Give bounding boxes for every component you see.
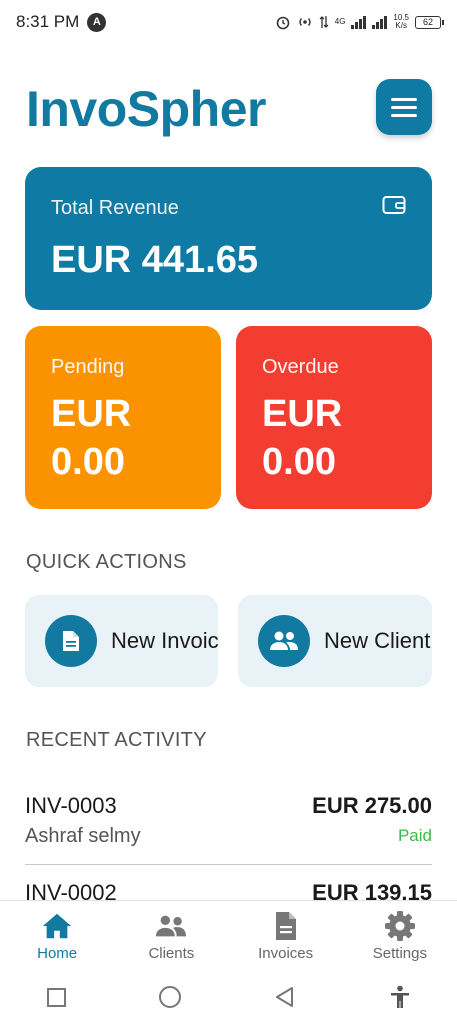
new-client-button[interactable]: New Client bbox=[238, 595, 432, 687]
home-button[interactable] bbox=[158, 986, 181, 1008]
nav-invoices-label: Invoices bbox=[258, 945, 314, 962]
gear-icon bbox=[384, 911, 416, 941]
overdue-label: Overdue bbox=[262, 356, 339, 378]
menu-button[interactable] bbox=[376, 79, 432, 135]
total-revenue-card[interactable]: Total Revenue EUR 441.65 bbox=[25, 167, 432, 310]
hotspot-icon bbox=[299, 18, 311, 26]
nav-invoices[interactable]: Invoices bbox=[229, 901, 343, 970]
nav-settings[interactable]: Settings bbox=[343, 901, 457, 970]
nav-home[interactable]: Home bbox=[0, 901, 114, 970]
new-invoice-label: New Invoice bbox=[111, 628, 218, 653]
new-client-icon-circle bbox=[258, 615, 310, 667]
document-icon bbox=[270, 911, 302, 941]
hamburger-line bbox=[391, 113, 417, 117]
wallet-icon bbox=[382, 196, 406, 214]
revenue-label: Total Revenue bbox=[51, 197, 179, 219]
bottom-nav: Home Clients Invoices Settings bbox=[0, 900, 457, 970]
activity-item[interactable]: INV-0003 EUR 275.00 Ashraf selmy Paid bbox=[25, 793, 432, 865]
revenue-value: EUR 441.65 bbox=[51, 239, 259, 281]
nav-home-label: Home bbox=[37, 945, 78, 962]
status-right: 4G 10.5 K/s 62 bbox=[275, 14, 444, 30]
quick-actions-title: QUICK ACTIONS bbox=[26, 551, 187, 573]
new-invoice-icon-circle bbox=[45, 615, 97, 667]
hamburger-line bbox=[391, 105, 417, 109]
pending-value: EUR 0.00 bbox=[51, 393, 132, 483]
invoice-client: Ashraf selmy bbox=[25, 825, 141, 847]
document-icon bbox=[63, 631, 79, 651]
battery-level: 62 bbox=[422, 17, 433, 27]
nav-clients-label: Clients bbox=[148, 945, 195, 962]
recent-activity-title: RECENT ACTIVITY bbox=[26, 729, 207, 751]
notification-icon: A bbox=[87, 12, 107, 32]
network-type: 4G bbox=[335, 18, 346, 26]
users-icon bbox=[270, 631, 298, 650]
status-bar: 8:31 PM A 4G 10.5 K/s 62 bbox=[0, 0, 457, 44]
new-invoice-button[interactable]: New Invoice bbox=[25, 595, 218, 687]
pending-label: Pending bbox=[51, 356, 125, 378]
status-left: 8:31 PM A bbox=[16, 12, 107, 32]
net-speed-unit: K/s bbox=[395, 21, 407, 30]
system-nav-bar bbox=[0, 970, 457, 1024]
new-client-label: New Client bbox=[324, 628, 431, 653]
invoice-amount: EUR 275.00 bbox=[312, 793, 432, 818]
recent-apps-button[interactable] bbox=[46, 987, 66, 1007]
nav-settings-label: Settings bbox=[372, 945, 427, 962]
alarm-icon bbox=[276, 16, 290, 30]
network-type-label: 4G bbox=[334, 17, 346, 26]
back-button[interactable] bbox=[274, 986, 296, 1008]
pending-card[interactable]: Pending EUR 0.00 bbox=[25, 326, 221, 509]
home-icon bbox=[41, 911, 73, 941]
accessibility-icon[interactable] bbox=[389, 985, 411, 1009]
signal-icon bbox=[351, 15, 367, 29]
status-time: 8:31 PM bbox=[16, 12, 80, 31]
nav-clients[interactable]: Clients bbox=[114, 901, 228, 970]
battery-icon: 62 bbox=[415, 15, 444, 29]
overdue-card[interactable]: Overdue EUR 0.00 bbox=[236, 326, 432, 509]
net-speed: 10.5 K/s bbox=[393, 14, 409, 30]
invoice-number: INV-0003 bbox=[25, 793, 117, 818]
data-transfer-icon bbox=[319, 16, 329, 28]
hamburger-menu-icon bbox=[391, 97, 417, 101]
invoice-status: Paid bbox=[397, 826, 432, 845]
overdue-value: EUR 0.00 bbox=[262, 393, 343, 483]
signal-icon-2 bbox=[372, 15, 388, 29]
users-icon bbox=[155, 911, 187, 941]
app-title: InvoSpher bbox=[26, 81, 266, 137]
